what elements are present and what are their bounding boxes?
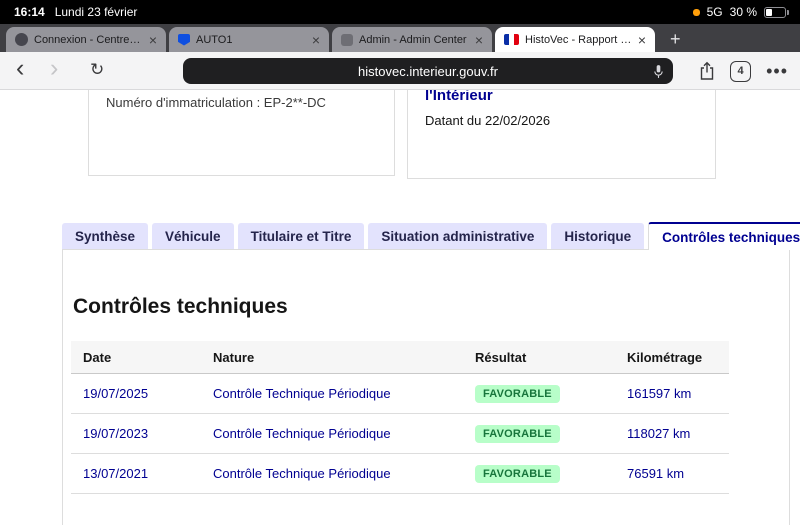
result-badge: FAVORABLE xyxy=(475,385,560,403)
browser-tab-admin[interactable]: Admin - Admin Center × xyxy=(332,27,492,52)
close-tab-icon[interactable]: × xyxy=(638,33,646,47)
inspection-nature: Contrôle Technique Périodique xyxy=(201,426,463,441)
tab-controles-techniques[interactable]: Contrôles techniques xyxy=(648,222,800,250)
admin-favicon-icon xyxy=(341,34,353,46)
tab-title: Admin - Admin Center xyxy=(359,34,469,46)
tab-title: HistoVec - Rapport vende... xyxy=(525,34,632,46)
technical-inspections-table: Date Nature Résultat Kilométrage 19/07/2… xyxy=(71,341,729,494)
forward-button[interactable]: › xyxy=(50,56,58,81)
inspection-nature: Contrôle Technique Périodique xyxy=(201,386,463,401)
certificate-title: l'Intérieur xyxy=(425,90,715,104)
close-tab-icon[interactable]: × xyxy=(149,33,157,47)
report-tabs: Synthèse Véhicule Titulaire et Titre Sit… xyxy=(62,222,800,250)
inspection-date: 13/07/2021 xyxy=(71,466,201,481)
inspection-date: 19/07/2025 xyxy=(71,386,201,401)
result-badge: FAVORABLE xyxy=(475,465,560,483)
tab-situation-administrative[interactable]: Situation administrative xyxy=(368,223,547,250)
registration-number: Numéro d'immatriculation : EP-2**-DC xyxy=(106,95,394,110)
certificate-card: l'Intérieur Datant du 22/02/2026 xyxy=(407,90,716,179)
network-label: 5G xyxy=(707,5,723,19)
tab-synthese[interactable]: Synthèse xyxy=(62,223,148,250)
reload-button[interactable]: ↻ xyxy=(90,61,104,78)
clock: 16:14 xyxy=(14,5,45,19)
column-header-date: Date xyxy=(71,350,201,365)
inspection-km: 118027 km xyxy=(615,426,729,441)
inspection-nature: Contrôle Technique Périodique xyxy=(201,466,463,481)
new-tab-button[interactable]: + xyxy=(670,30,681,48)
histovec-page: Numéro d'immatriculation : EP-2**-DC l'I… xyxy=(0,90,800,525)
table-row: 19/07/2023 Contrôle Technique Périodique… xyxy=(71,414,729,454)
tab-title: AUTO1 xyxy=(196,34,306,46)
url-text: histovec.interieur.gouv.fr xyxy=(358,64,498,79)
browser-tab-bar: Connexion - Centre d'ad... × AUTO1 × Adm… xyxy=(0,24,800,52)
close-tab-icon[interactable]: × xyxy=(312,33,320,47)
mic-in-use-indicator-icon xyxy=(693,9,700,16)
tab-count: 4 xyxy=(738,65,744,77)
tab-title: Connexion - Centre d'ad... xyxy=(34,34,143,46)
column-header-nature: Nature xyxy=(201,350,463,365)
address-bar[interactable]: histovec.interieur.gouv.fr xyxy=(183,58,673,84)
section-title: Contrôles techniques xyxy=(73,295,781,319)
column-header-kilometrage: Kilométrage xyxy=(615,350,729,365)
auto1-favicon-icon xyxy=(178,34,190,46)
certificate-date: Datant du 22/02/2026 xyxy=(425,113,715,128)
browser-tab-auto1[interactable]: AUTO1 × xyxy=(169,27,329,52)
tab-vehicule[interactable]: Véhicule xyxy=(152,223,234,250)
status-date: Lundi 23 février xyxy=(55,5,138,19)
french-flag-favicon-icon xyxy=(504,34,519,45)
tab-panel: Contrôles techniques Date Nature Résulta… xyxy=(62,249,790,525)
browser-toolbar: ‹ › ↻ histovec.interieur.gouv.fr 4 ••• xyxy=(0,52,800,90)
more-menu-icon[interactable]: ••• xyxy=(766,61,788,82)
inspection-km: 161597 km xyxy=(615,386,729,401)
tab-historique[interactable]: Historique xyxy=(551,223,644,250)
result-badge: FAVORABLE xyxy=(475,425,560,443)
status-bar: 16:14 Lundi 23 février 5G 30 % xyxy=(0,0,800,24)
column-header-resultat: Résultat xyxy=(463,350,615,365)
close-tab-icon[interactable]: × xyxy=(475,33,483,47)
tab-titulaire-et-titre[interactable]: Titulaire et Titre xyxy=(238,223,365,250)
back-button[interactable]: ‹ xyxy=(16,56,24,81)
table-header-row: Date Nature Résultat Kilométrage xyxy=(71,341,729,374)
globe-favicon-icon xyxy=(15,33,28,46)
inspection-date: 19/07/2023 xyxy=(71,426,201,441)
mic-icon[interactable] xyxy=(653,64,664,79)
inspection-km: 76591 km xyxy=(615,466,729,481)
registration-card: Numéro d'immatriculation : EP-2**-DC xyxy=(88,90,395,176)
tabs-overview-button[interactable]: 4 xyxy=(730,61,751,82)
share-icon[interactable] xyxy=(699,61,715,81)
table-row: 13/07/2021 Contrôle Technique Périodique… xyxy=(71,454,729,494)
battery-percent: 30 % xyxy=(730,5,757,19)
battery-icon xyxy=(764,7,786,18)
browser-tab-connexion[interactable]: Connexion - Centre d'ad... × xyxy=(6,27,166,52)
browser-tab-histovec[interactable]: HistoVec - Rapport vende... × xyxy=(495,27,655,52)
table-row: 19/07/2025 Contrôle Technique Périodique… xyxy=(71,374,729,414)
